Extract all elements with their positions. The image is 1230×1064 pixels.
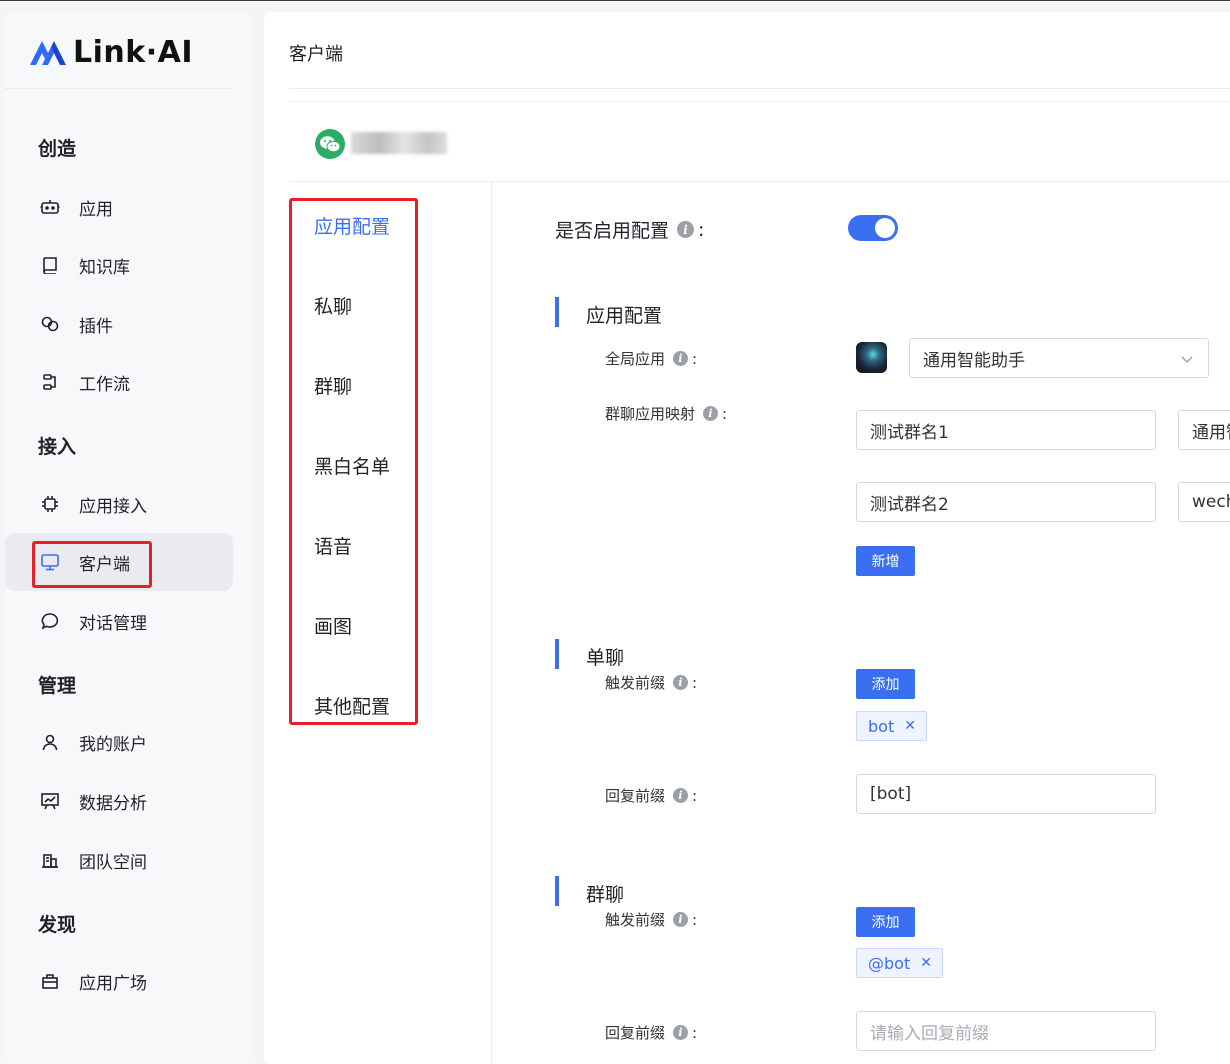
sidebar-item-label: 应用 [79, 199, 113, 220]
sidebar-item-conversations[interactable]: 对话管理 [5, 592, 233, 650]
nav-section-create: 创造 [38, 138, 77, 160]
sidebar-item-label: 对话管理 [79, 613, 147, 634]
info-icon[interactable]: i [673, 675, 689, 690]
group-reply-prefix-input[interactable]: 请输入回复前缀 [856, 1011, 1156, 1051]
section-marker [555, 297, 559, 327]
single-trigger-prefix-label: 触发前缀 i: [605, 673, 698, 693]
sidebar-item-label: 知识库 [79, 257, 130, 278]
group-name-input-1[interactable]: 测试群名1 [856, 410, 1156, 450]
tab-app-config[interactable]: 应用配置 [314, 212, 390, 239]
sidebar-item-app-square[interactable]: 应用广场 [5, 952, 233, 1010]
tab-group-chat[interactable]: 群聊 [314, 372, 352, 399]
group-name-input-2[interactable]: 测试群名2 [856, 482, 1156, 522]
sidebar-item-workflow[interactable]: 工作流 [5, 353, 233, 411]
global-app-select[interactable]: 通用智能助手 [909, 338, 1209, 378]
single-reply-prefix-input[interactable]: [bot] [856, 774, 1156, 814]
building-icon [39, 849, 61, 871]
sidebar-item-apps[interactable]: 应用 [5, 178, 233, 236]
close-icon[interactable]: ✕ [904, 718, 916, 734]
enable-config-label: 是否启用配置 i: [555, 218, 705, 243]
section-title-group-chat: 群聊 [586, 884, 625, 906]
sidebar-item-app-integration[interactable]: 应用接入 [5, 475, 233, 533]
group-trigger-prefix-label: 触发前缀 i: [605, 910, 698, 930]
wechat-icon [315, 129, 345, 159]
prefix-tag: bot ✕ [856, 711, 927, 741]
sidebar-item-team[interactable]: 团队空间 [5, 831, 233, 889]
add-mapping-button[interactable]: 新增 [856, 546, 915, 576]
sidebar-item-analytics[interactable]: 数据分析 [5, 772, 233, 830]
monitor-icon [39, 551, 61, 573]
info-icon[interactable]: i [673, 788, 689, 803]
sidebar-item-label: 数据分析 [79, 793, 147, 814]
sidebar-item-plugins[interactable]: 插件 [5, 295, 233, 353]
workflow-icon [39, 371, 61, 393]
robot-icon [39, 196, 61, 218]
group-app-input-1[interactable]: 通用智能助手 [1178, 410, 1230, 450]
info-icon[interactable]: i [673, 1025, 689, 1040]
chevron-down-icon [1180, 351, 1194, 371]
brand-logo[interactable]: Link·AI [29, 34, 193, 70]
sidebar-item-client[interactable]: 客户端 [5, 533, 233, 591]
add-single-prefix-button[interactable]: 添加 [856, 669, 915, 699]
group-mapping-label: 群聊应用映射 i: [605, 404, 728, 424]
section-title-app-config: 应用配置 [586, 305, 663, 327]
window-top-border [0, 0, 1230, 1]
sidebar-item-label: 团队空间 [79, 852, 147, 873]
app-avatar-image [856, 342, 887, 373]
tab-private-chat[interactable]: 私聊 [314, 292, 352, 319]
info-icon[interactable]: i [703, 406, 719, 421]
section-marker [555, 639, 559, 669]
enable-config-toggle[interactable] [848, 215, 898, 241]
add-group-prefix-button[interactable]: 添加 [856, 907, 915, 937]
link-ai-logo-icon [29, 37, 67, 67]
config-tabs: 应用配置 私聊 群聊 黑白名单 语音 画图 其他配置 [289, 182, 492, 1064]
tab-drawing[interactable]: 画图 [314, 612, 352, 639]
prefix-tag: @bot ✕ [856, 948, 943, 978]
sidebar-item-label: 工作流 [79, 374, 130, 395]
tab-black-white-list[interactable]: 黑白名单 [314, 452, 390, 479]
close-icon[interactable]: ✕ [920, 955, 932, 971]
main-panel: 客户端 wechat-client 应用配置 私聊 群聊 黑白名单 语音 画图 … [264, 12, 1230, 1064]
chart-board-icon [39, 790, 61, 812]
sidebar: Link·AI 创造 应用 知识库 插件 工作流 接入 应用接入 客户端 对话管… [5, 12, 251, 1064]
section-title-single-chat: 单聊 [586, 647, 625, 669]
nav-section-integration: 接入 [38, 436, 77, 458]
toggle-knob [875, 218, 895, 238]
chat-bubble-icon [39, 610, 61, 632]
shop-bag-icon [39, 970, 61, 992]
section-marker [555, 876, 559, 906]
single-reply-prefix-label: 回复前缀 i: [605, 786, 698, 806]
page-divider [289, 88, 1230, 89]
nav-section-discover: 发现 [38, 914, 77, 936]
sidebar-item-label: 插件 [79, 316, 113, 337]
sidebar-item-knowledge[interactable]: 知识库 [5, 236, 233, 294]
client-header: wechat-client [289, 102, 1230, 182]
tab-other-config[interactable]: 其他配置 [314, 692, 390, 719]
sidebar-item-label: 应用接入 [79, 496, 147, 517]
sidebar-item-account[interactable]: 我的账户 [5, 713, 233, 771]
info-icon[interactable]: i [673, 912, 689, 927]
info-icon[interactable]: i [677, 221, 695, 238]
book-icon [39, 254, 61, 276]
sidebar-item-label: 客户端 [79, 554, 130, 575]
global-app-label: 全局应用 i: [605, 349, 698, 369]
nav-section-manage: 管理 [38, 675, 77, 697]
group-app-input-2[interactable]: wechat [1178, 482, 1230, 522]
plugin-icon [39, 313, 61, 335]
chip-icon [39, 493, 61, 515]
brand-name: Link·AI [73, 34, 193, 70]
sidebar-divider [5, 88, 233, 89]
page-title: 客户端 [289, 44, 343, 65]
user-icon [39, 731, 61, 753]
sidebar-item-label: 我的账户 [79, 734, 147, 755]
info-icon[interactable]: i [673, 351, 689, 366]
client-name-blurred: wechat-client [351, 132, 447, 154]
sidebar-item-label: 应用广场 [79, 973, 147, 994]
tab-voice[interactable]: 语音 [314, 532, 352, 559]
config-content: 是否启用配置 i: 应用配置 全局应用 i: 通用智能助手 群聊应用映射 i: [492, 182, 1230, 1064]
group-reply-prefix-label: 回复前缀 i: [605, 1023, 698, 1043]
client-config-card: wechat-client 应用配置 私聊 群聊 黑白名单 语音 画图 其他配置… [289, 101, 1230, 1064]
